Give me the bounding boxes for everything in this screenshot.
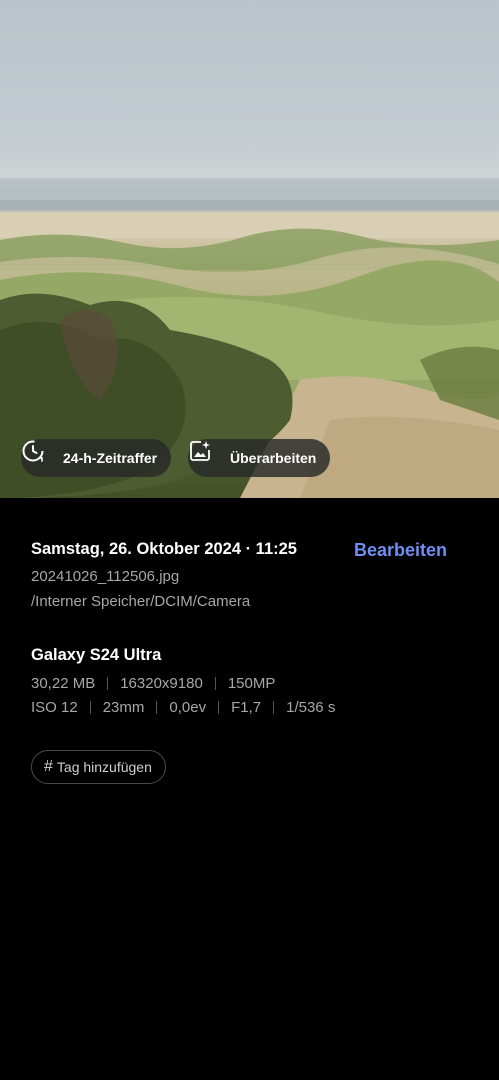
remaster-button[interactable]: Überarbeiten xyxy=(188,439,331,477)
file-specs-row: 30,22 MB 16320x9180 150MP xyxy=(31,675,275,692)
divider xyxy=(273,701,275,714)
hash-icon: # xyxy=(44,758,53,775)
divider xyxy=(218,701,220,714)
camera-specs-row: ISO 12 23mm 0,0ev F1,7 1/536 s xyxy=(31,699,335,716)
divider xyxy=(214,677,216,690)
beach-landscape-image xyxy=(0,178,499,498)
exposure-value: 0,0ev xyxy=(169,699,207,716)
sparkle-image-icon xyxy=(190,441,224,470)
add-tag-label: Tag hinzufügen xyxy=(56,759,152,775)
megapixels: 150MP xyxy=(227,675,276,692)
shutter-speed: 1/536 s xyxy=(286,699,336,716)
photo-preview[interactable]: 24-h-Zeitraffer Überarbeiten xyxy=(0,0,499,498)
clock-history-icon xyxy=(22,440,57,470)
divider xyxy=(156,701,158,714)
divider xyxy=(89,701,91,714)
file-size: 30,22 MB xyxy=(31,675,96,692)
resolution: 16320x9180 xyxy=(120,675,203,692)
date-time: Samstag, 26. Oktober 2024 · 11:25 xyxy=(31,540,297,558)
file-name: 20241026_112506.jpg xyxy=(31,568,180,585)
remaster-label: Überarbeiten xyxy=(230,450,317,466)
timelapse-button[interactable]: 24-h-Zeitraffer xyxy=(21,439,172,477)
timelapse-label: 24-h-Zeitraffer xyxy=(63,450,158,466)
divider xyxy=(107,677,109,690)
add-tag-button[interactable]: # Tag hinzufügen xyxy=(31,750,166,784)
focal-length: 23mm xyxy=(102,699,145,716)
aperture: F1,7 xyxy=(231,699,262,716)
device-model: Galaxy S24 Ultra xyxy=(31,646,162,664)
edit-details-button[interactable]: Bearbeiten xyxy=(354,540,447,561)
file-path: /Interner Speicher/DCIM/Camera xyxy=(31,593,251,610)
iso-value: ISO 12 xyxy=(31,699,78,716)
